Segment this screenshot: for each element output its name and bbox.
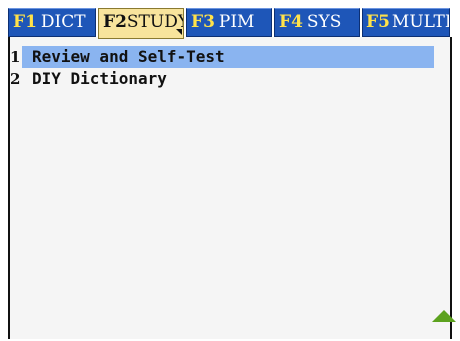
device-screen: F1 DICT F2STUDY F3 PIM F4 SYS F5 MULTI 1 Rev…: [0, 0, 460, 341]
tab-key: F1: [13, 12, 37, 32]
tab-pim[interactable]: F3 PIM: [186, 8, 272, 37]
tab-label: MULTI: [391, 12, 450, 32]
tab-label: STUDY: [126, 12, 184, 32]
menu-item-number: 1: [10, 48, 21, 66]
tab-sys[interactable]: F4 SYS: [274, 8, 360, 37]
tab-key: F3: [191, 12, 215, 32]
tab-study[interactable]: F2STUDY: [98, 8, 184, 39]
tab-key: F5: [366, 12, 390, 32]
menu-item-label: DIY Dictionary: [32, 69, 167, 88]
tab-key: F2: [103, 12, 127, 32]
menu-item-label: Review and Self-Test: [22, 46, 434, 68]
tab-label: SYS: [306, 12, 342, 32]
menu-item-diy-dictionary[interactable]: 2 DIY Dictionary: [10, 68, 434, 90]
scroll-up-arrow-icon[interactable]: [432, 310, 456, 322]
tab-multi[interactable]: F5 MULTI: [362, 8, 450, 37]
study-menu-list: 1 Review and Self-Test 2 DIY Dictionary: [10, 46, 434, 90]
tab-label: DICT: [40, 12, 86, 32]
tab-label: PIM: [218, 12, 255, 32]
function-tab-bar: F1 DICT F2STUDY F3 PIM F4 SYS F5 MULTI: [8, 8, 452, 39]
menu-item-review-self-test[interactable]: 1 Review and Self-Test: [10, 46, 434, 68]
menu-item-number: 2: [10, 70, 21, 88]
tab-dict[interactable]: F1 DICT: [8, 8, 96, 37]
tab-key: F4: [279, 12, 303, 32]
